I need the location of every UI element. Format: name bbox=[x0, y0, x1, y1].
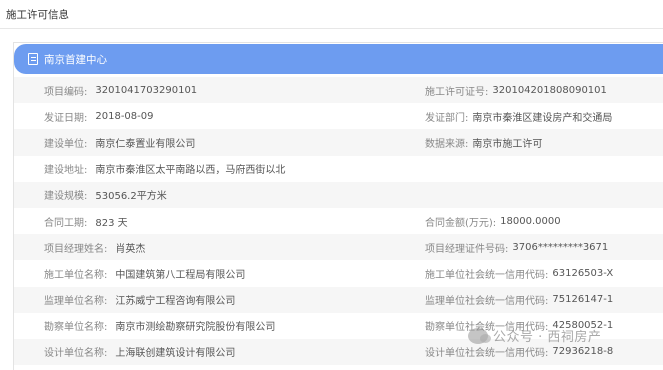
panel-header-title: 南京首建中心 bbox=[44, 53, 107, 66]
field-value: 肖英杰 bbox=[115, 243, 146, 255]
field-value: 18000.0000 bbox=[500, 215, 561, 227]
field-value: 南京市秦淮区太平南路以西，马府西街以北 bbox=[95, 165, 286, 177]
field-label: 合同工期: bbox=[44, 217, 88, 229]
field-value: 63126503-X bbox=[552, 267, 614, 279]
watermark-text: 公众号 · 西祠房产 bbox=[493, 330, 602, 345]
field-label: 施工单位社会统一信用代码: bbox=[425, 269, 549, 281]
field-value: 江苏威宁工程咨询有限公司 bbox=[115, 296, 236, 308]
field-label: 合同金额(万元): bbox=[425, 217, 497, 229]
field-label: 建设地址: bbox=[44, 165, 88, 177]
field-value: 中国建筑第八工程局有限公司 bbox=[115, 269, 246, 281]
info-row: 建设单位: 南京仁泰置业有限公司 数据来源: 南京市施工许可 bbox=[14, 129, 663, 156]
info-rows: 项目编码: 3201041703290101 施工许可证号: 32010420180… bbox=[14, 77, 663, 366]
field-value: 75126147-1 bbox=[552, 294, 614, 306]
field-value: 320104201808090101 bbox=[492, 84, 607, 96]
info-row: 施工单位名称: 中国建筑第八工程局有限公司 施工单位社会统一信用代码: 631265… bbox=[14, 260, 663, 286]
field-value: 南京市秦淮区建设房产和交通局 bbox=[472, 112, 613, 124]
field-label: 项目编码: bbox=[44, 86, 88, 98]
field-label: 项目经理证件号码: bbox=[425, 243, 509, 255]
info-row: 建设地址: 南京市秦淮区太平南路以西，马府西街以北 bbox=[14, 156, 663, 182]
page-title: 施工许可信息 bbox=[6, 8, 69, 21]
field-label: 监理单位社会统一信用代码: bbox=[425, 296, 549, 308]
permit-info-panel: 南京首建中心 项目编码: 3201041703290101 施工许可证号: 3201… bbox=[13, 42, 663, 370]
field-label: 项目经理姓名: bbox=[44, 243, 108, 255]
field-label: 设计单位社会统一信用代码: bbox=[425, 348, 549, 360]
field-value: 3706*********3671 bbox=[512, 241, 609, 253]
field-value: 上海联创建筑设计有限公司 bbox=[115, 348, 236, 360]
info-row: 项目编码: 3201041703290101 施工许可证号: 32010420180… bbox=[14, 77, 663, 104]
field-label: 施工许可证号: bbox=[425, 86, 489, 98]
info-row: 监理单位名称: 江苏威宁工程咨询有限公司 监理单位社会统一信用代码: 7512614… bbox=[14, 286, 663, 313]
field-label: 建设规模: bbox=[44, 191, 88, 203]
field-value: 823 天 bbox=[95, 217, 128, 229]
info-row: 项目经理姓名: 肖英杰 项目经理证件号码: 3706*********3671 bbox=[14, 234, 663, 261]
field-value: 南京仁泰置业有限公司 bbox=[95, 138, 196, 150]
info-row: 发证日期: 2018-08-09 发证部门: 南京市秦淮区建设房产和交通局 bbox=[14, 103, 663, 129]
field-value: 72936218-8 bbox=[552, 346, 614, 358]
panel-header: 南京首建中心 bbox=[14, 44, 663, 74]
field-label: 勘察单位名称: bbox=[44, 322, 108, 334]
field-label: 发证日期: bbox=[44, 112, 88, 124]
document-icon bbox=[28, 53, 38, 65]
field-label: 数据来源: bbox=[425, 138, 469, 150]
page-title-bar: 施工许可信息 bbox=[0, 0, 663, 29]
wechat-icon bbox=[468, 327, 491, 344]
field-label: 建设单位: bbox=[44, 138, 88, 150]
field-value: 53056.2平方米 bbox=[95, 191, 167, 203]
field-label: 监理单位名称: bbox=[44, 296, 108, 308]
field-value: 南京市测绘勘察研究院股份有限公司 bbox=[115, 322, 276, 334]
field-value: 南京市施工许可 bbox=[472, 138, 543, 150]
watermark: 公众号 · 西祠房产 bbox=[468, 326, 601, 345]
field-value: 2018-08-09 bbox=[95, 110, 154, 122]
field-value: 3201041703290101 bbox=[95, 84, 198, 96]
field-label: 设计单位名称: bbox=[44, 348, 108, 360]
info-row: 合同工期: 823 天 合同金额(万元): 18000.0000 bbox=[14, 208, 663, 234]
info-row: 建设规模: 53056.2平方米 bbox=[14, 181, 663, 208]
field-label: 发证部门: bbox=[425, 112, 469, 124]
field-label: 施工单位名称: bbox=[44, 269, 108, 281]
